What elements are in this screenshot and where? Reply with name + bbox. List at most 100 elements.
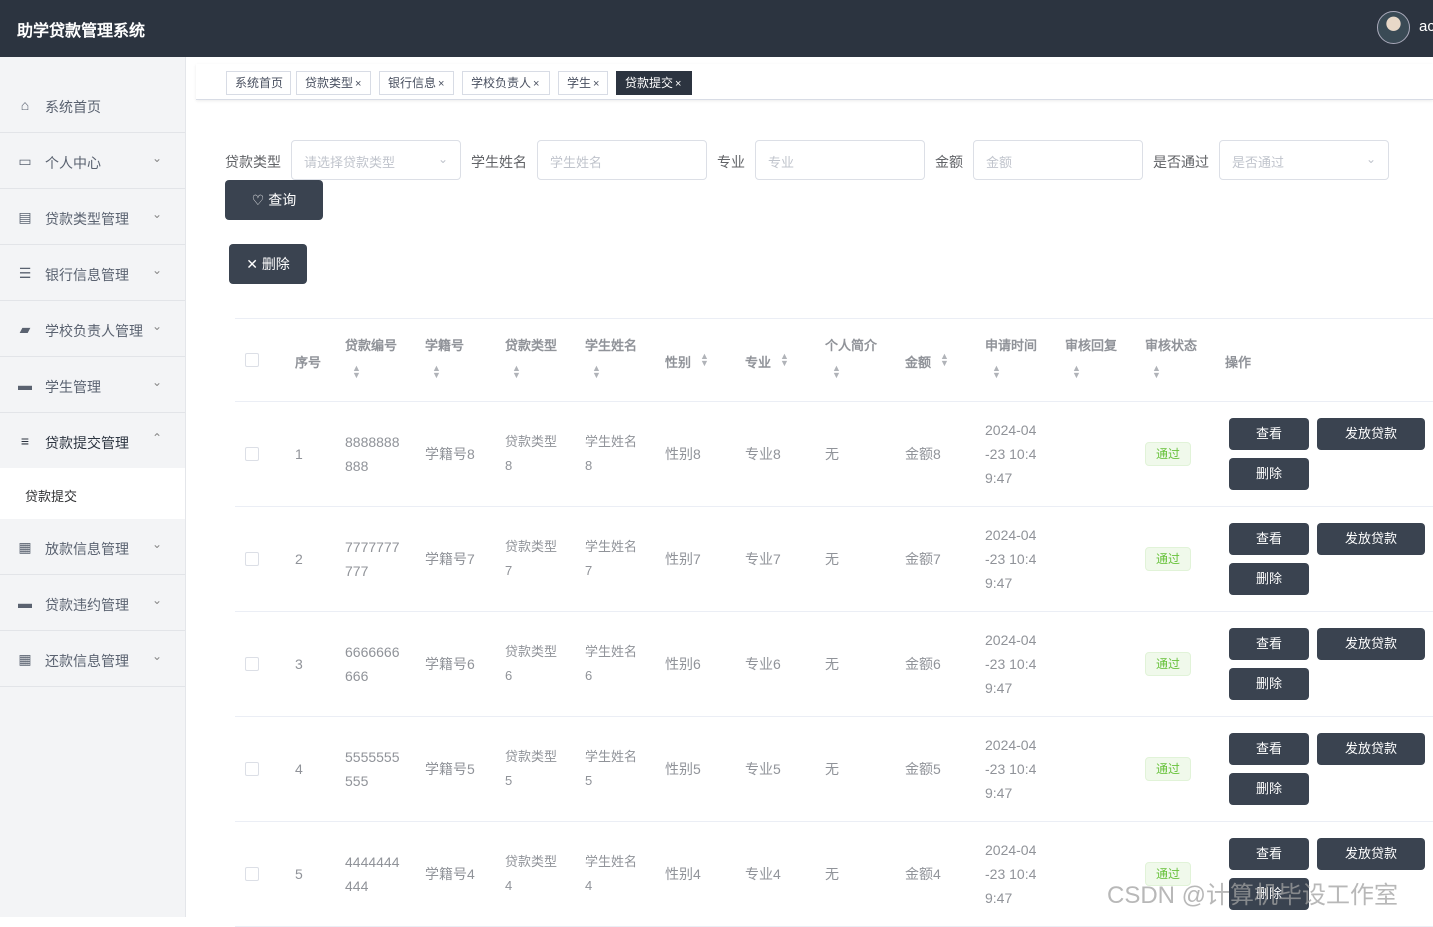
th-review-status[interactable]: 审核状态 (1145, 335, 1197, 354)
close-icon[interactable]: × (438, 78, 444, 90)
th-index: 序号 (295, 355, 322, 370)
view-button[interactable]: 查看 (1229, 838, 1309, 870)
cell-major: 专业5 (745, 761, 781, 777)
th-student-name[interactable]: 学生姓名 (585, 335, 637, 354)
table-top-border (235, 318, 1433, 319)
list-icon: ☰ (18, 265, 32, 281)
close-icon[interactable]: × (533, 78, 539, 90)
cell-loan-no: 4444444 (345, 854, 400, 870)
sort-icon[interactable]: ▲ ▼ (352, 364, 361, 380)
sidebar-item-loan-submit[interactable]: ≡ 贷款提交管理 ⌃ (0, 413, 185, 469)
sort-icon[interactable]: ▲ ▼ (1152, 364, 1161, 380)
tab-bank[interactable]: 银行信息 × (379, 71, 454, 95)
view-button[interactable]: 查看 (1229, 733, 1309, 765)
sidebar-item-student[interactable]: ▬ 学生管理 ⌄ (0, 357, 185, 413)
tab-school-head[interactable]: 学校负责人 × (462, 71, 550, 95)
tab-student[interactable]: 学生 × (558, 71, 608, 95)
th-loan-type[interactable]: 贷款类型 (505, 335, 557, 354)
cell-apply-time: -23 10:4 (985, 866, 1037, 882)
th-review-reply[interactable]: 审核回复 (1065, 335, 1117, 354)
th-student-no[interactable]: 学籍号 (425, 335, 464, 354)
status-badge: 通过 (1145, 547, 1191, 571)
amount-input[interactable]: 金额 (973, 140, 1143, 180)
sort-icon[interactable]: ▲ ▼ (512, 364, 521, 380)
cell-amount: 金额4 (905, 866, 941, 882)
loan-type-select[interactable]: 请选择贷款类型 ⌄ (291, 140, 461, 180)
row-checkbox[interactable] (245, 657, 259, 671)
tab-loan-type[interactable]: 贷款类型 × (296, 71, 371, 95)
cell-major: 专业4 (745, 866, 781, 882)
view-button[interactable]: 查看 (1229, 628, 1309, 660)
cell-loan-type: 贷款类型 (505, 854, 558, 869)
row-checkbox[interactable] (245, 762, 259, 776)
batch-delete-button[interactable]: ✕ 删除 (229, 244, 307, 284)
delete-button[interactable]: 删除 (1229, 458, 1309, 490)
sort-icon[interactable]: ▲ ▼ (992, 364, 1001, 380)
watermark: CSDN @计算机毕设工作室 (1107, 882, 1399, 909)
cell-loan-no: 7777777 (345, 539, 400, 555)
close-icon[interactable]: × (355, 78, 361, 90)
menu-icon: ≡ (20, 433, 30, 449)
th-gender[interactable]: 性别 (665, 352, 691, 371)
close-icon[interactable]: × (593, 78, 599, 90)
th-major[interactable]: 专业 (745, 352, 771, 371)
chevron-up-icon: ⌃ (152, 431, 163, 445)
tab-loan-submit[interactable]: 贷款提交 × (616, 71, 692, 95)
row-checkbox[interactable] (245, 552, 259, 566)
th-intro[interactable]: 个人简介 (825, 335, 877, 354)
student-name-input[interactable]: 学生姓名 (537, 140, 707, 180)
view-button[interactable]: 查看 (1229, 418, 1309, 450)
sidebar-item-disbursement[interactable]: ▦ 放款信息管理 ⌄ (0, 519, 185, 575)
disburse-button[interactable]: 发放贷款 (1317, 523, 1425, 555)
username[interactable]: ac (1419, 18, 1433, 35)
sidebar: ⌂ 系统首页 ▭ 个人中心 ⌄ ▤ 贷款类型管理 ⌄ ☰ 银行信息管理 ⌄ ▰ … (0, 57, 186, 917)
disburse-button[interactable]: 发放贷款 (1317, 628, 1425, 660)
sort-icon[interactable]: ▲ ▼ (592, 364, 601, 380)
user-avatar[interactable] (1377, 11, 1410, 44)
sort-icon[interactable]: ▲ ▼ (1072, 364, 1081, 380)
major-placeholder: 专业 (768, 155, 795, 170)
sidebar-subitem-loan-submit[interactable]: 贷款提交 (0, 468, 185, 519)
select-all-checkbox[interactable] (245, 353, 259, 367)
cell-apply-time: 2024-04 (985, 632, 1037, 648)
window-icon: ▭ (18, 153, 32, 169)
th-amount[interactable]: 金额 (905, 352, 931, 371)
delete-button[interactable]: 删除 (1229, 773, 1309, 805)
cell-student-no: 学籍号5 (425, 761, 475, 777)
close-icon[interactable]: × (675, 78, 681, 90)
row-checkbox[interactable] (245, 447, 259, 461)
row-checkbox[interactable] (245, 867, 259, 881)
major-input[interactable]: 专业 (755, 140, 925, 180)
cell-gender: 性别4 (665, 866, 701, 882)
sidebar-item-default[interactable]: ▬ 贷款违约管理 ⌄ (0, 575, 185, 631)
tab-label: 贷款提交 (625, 76, 674, 90)
passed-select[interactable]: 是否通过 ⌄ (1219, 140, 1389, 180)
sort-icon[interactable]: ▲ ▼ (940, 352, 949, 368)
view-button[interactable]: 查看 (1229, 523, 1309, 555)
sort-icon[interactable]: ▲ ▼ (780, 352, 789, 368)
disburse-button[interactable]: 发放贷款 (1317, 733, 1425, 765)
sidebar-item-bank[interactable]: ☰ 银行信息管理 ⌄ (0, 245, 185, 301)
disburse-button[interactable]: 发放贷款 (1317, 418, 1425, 450)
tab-home[interactable]: 系统首页 (226, 71, 291, 95)
delete-button[interactable]: 删除 (1229, 668, 1309, 700)
th-loan-no[interactable]: 贷款编号 (345, 335, 397, 354)
cell-gender: 性别5 (665, 761, 701, 777)
delete-button[interactable]: 删除 (1229, 563, 1309, 595)
cell-student-name: 6 (585, 668, 593, 683)
query-button[interactable]: ♡ 查询 (225, 180, 323, 220)
sidebar-item-profile[interactable]: ▭ 个人中心 ⌄ (0, 133, 185, 189)
th-apply-time[interactable]: 申请时间 (985, 335, 1037, 354)
cell-gender: 性别8 (665, 446, 701, 462)
sidebar-item-repayment[interactable]: ▦ 还款信息管理 ⌄ (0, 631, 185, 687)
major-label: 专业 (717, 154, 745, 170)
cell-student-no: 学籍号8 (425, 446, 475, 462)
cell-loan-no: 5555555 (345, 749, 400, 765)
sort-icon[interactable]: ▲ ▼ (432, 364, 441, 380)
sidebar-item-school-head[interactable]: ▰ 学校负责人管理 ⌄ (0, 301, 185, 357)
sort-icon[interactable]: ▲ ▼ (832, 364, 841, 380)
sidebar-item-loan-type[interactable]: ▤ 贷款类型管理 ⌄ (0, 189, 185, 245)
sidebar-item-home[interactable]: ⌂ 系统首页 (0, 77, 185, 133)
sort-icon[interactable]: ▲ ▼ (700, 352, 709, 368)
disburse-button[interactable]: 发放贷款 (1317, 838, 1425, 870)
